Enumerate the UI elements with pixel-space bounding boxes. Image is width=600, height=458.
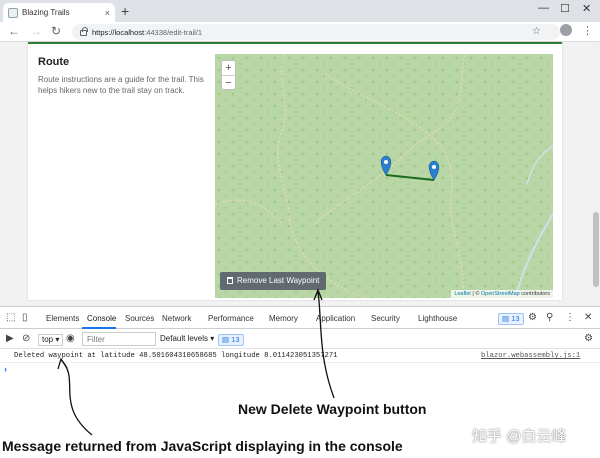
tab-sources[interactable]: Sources <box>125 314 154 323</box>
page-scrollbar[interactable] <box>592 42 600 306</box>
context-value: top <box>42 335 54 344</box>
tab-memory[interactable]: Memory <box>269 314 298 323</box>
lock-icon <box>80 27 88 36</box>
console-log-line: Deleted waypoint at latitude 48.50160431… <box>0 349 600 363</box>
page-favicon-icon <box>8 7 18 18</box>
maximize-icon[interactable]: ☐ <box>560 2 570 15</box>
tab-security[interactable]: Security <box>371 314 400 323</box>
remove-button-label: Remove Last Waypoint <box>237 276 320 285</box>
log-source-link[interactable]: blazor.webassembly.js:1 <box>481 352 580 360</box>
tab-performance[interactable]: Performance <box>208 314 254 323</box>
settings-gear-icon[interactable]: ⚙ <box>528 312 537 324</box>
tab-elements[interactable]: Elements <box>46 314 79 323</box>
window-close-icon[interactable]: ✕ <box>582 2 591 15</box>
section-description: Route instructions are a guide for the t… <box>38 75 204 95</box>
watermark: 知乎 @白云峰 <box>472 428 567 445</box>
devtools-close-icon[interactable]: ✕ <box>584 312 592 324</box>
sidebar-toggle-icon[interactable]: ▶ <box>6 333 14 345</box>
live-expression-eye-icon[interactable]: ◉ <box>66 333 75 345</box>
minimize-icon[interactable]: — <box>538 2 549 14</box>
forward-icon[interactable]: → <box>30 24 42 39</box>
tab-console[interactable]: Console <box>87 314 116 323</box>
zoom-in-icon[interactable]: + <box>222 61 235 75</box>
browser-tab[interactable]: Blazing Trails × <box>3 3 115 22</box>
url-path: :44338/edit-trail/1 <box>144 27 203 37</box>
url-text: https://localhost:44338/edit-trail/1 <box>92 28 202 37</box>
console-filter-input[interactable] <box>82 332 156 346</box>
attribution-separator: | © <box>470 291 481 297</box>
map-tiles <box>215 54 553 298</box>
browser-tab-bar: Blazing Trails × + — ☐ ✕ <box>0 0 600 22</box>
address-bar[interactable]: https://localhost:44338/edit-trail/1 <box>72 24 560 40</box>
reload-icon[interactable]: ↻ <box>51 24 61 39</box>
route-card: Route Route instructions are a guide for… <box>28 42 562 300</box>
inspect-element-icon[interactable]: ⬚ <box>6 312 15 324</box>
tab-close-icon[interactable]: × <box>105 8 110 18</box>
osm-link[interactable]: OpenStreetMap <box>481 291 520 297</box>
zoom-control: + − <box>221 60 236 90</box>
zoom-out-icon[interactable]: − <box>222 75 235 89</box>
tab-network[interactable]: Network <box>162 314 191 323</box>
browser-menu-icon[interactable]: ⋮ <box>582 24 593 37</box>
trash-icon <box>227 277 233 284</box>
attribution-suffix: contributors <box>519 291 550 297</box>
section-title: Route <box>38 56 70 68</box>
log-levels-dropdown[interactable]: Default levels ▾ <box>160 334 214 343</box>
profile-avatar[interactable] <box>560 24 572 36</box>
scrollbar-thumb[interactable] <box>593 212 599 287</box>
devtools-panel: ⬚ ▯ Elements Console Sources Network Per… <box>0 306 600 376</box>
reading-list-icon[interactable]: ☆ <box>532 26 541 37</box>
log-message: Deleted waypoint at latitude 48.50160431… <box>14 352 338 360</box>
back-icon[interactable]: ← <box>8 24 20 39</box>
tab-application[interactable]: Application <box>316 314 355 323</box>
tab-lighthouse[interactable]: Lighthouse <box>418 314 457 323</box>
clear-console-icon[interactable]: ⊘ <box>22 333 30 345</box>
devtools-tab-bar: ⬚ ▯ Elements Console Sources Network Per… <box>0 307 600 329</box>
page-viewport: Route Route instructions are a guide for… <box>0 42 592 306</box>
more-options-icon[interactable]: ⋮ <box>565 312 575 324</box>
new-tab-button[interactable]: + <box>121 3 129 19</box>
tab-title: Blazing Trails <box>22 8 70 17</box>
messages-badge[interactable]: ▤ 13 <box>218 334 244 346</box>
device-toolbar-icon[interactable]: ▯ <box>22 312 28 324</box>
remote-devices-icon[interactable]: ⚲ <box>546 312 553 324</box>
console-prompt[interactable]: › <box>4 364 7 374</box>
leaflet-link[interactable]: Leaflet <box>454 291 471 297</box>
delete-button-annotation: New Delete Waypoint button <box>238 401 427 417</box>
issues-count: 13 <box>511 314 520 323</box>
browser-toolbar: ← → ↻ https://localhost:44338/edit-trail… <box>0 22 600 42</box>
messages-count: 13 <box>231 335 240 344</box>
map-attribution: Leaflet | © OpenStreetMap contributors <box>451 290 553 298</box>
url-host: https://localhost <box>92 27 145 37</box>
console-settings-icon[interactable]: ⚙ <box>584 333 593 345</box>
log-levels-label: Default levels <box>160 334 209 343</box>
console-message-annotation: Message returned from JavaScript display… <box>2 438 403 454</box>
remove-last-waypoint-button[interactable]: Remove Last Waypoint <box>220 272 327 290</box>
route-map[interactable]: + − Remove Last Waypoint Leaflet | © Ope… <box>215 54 553 298</box>
context-selector[interactable]: top ▾ <box>38 334 64 346</box>
console-filter-bar: ▶ ⊘ top ▾ ◉ Default levels ▾ ▤ 13 ⚙ <box>0 329 600 349</box>
issues-badge[interactable]: ▤ 13 <box>498 313 524 325</box>
